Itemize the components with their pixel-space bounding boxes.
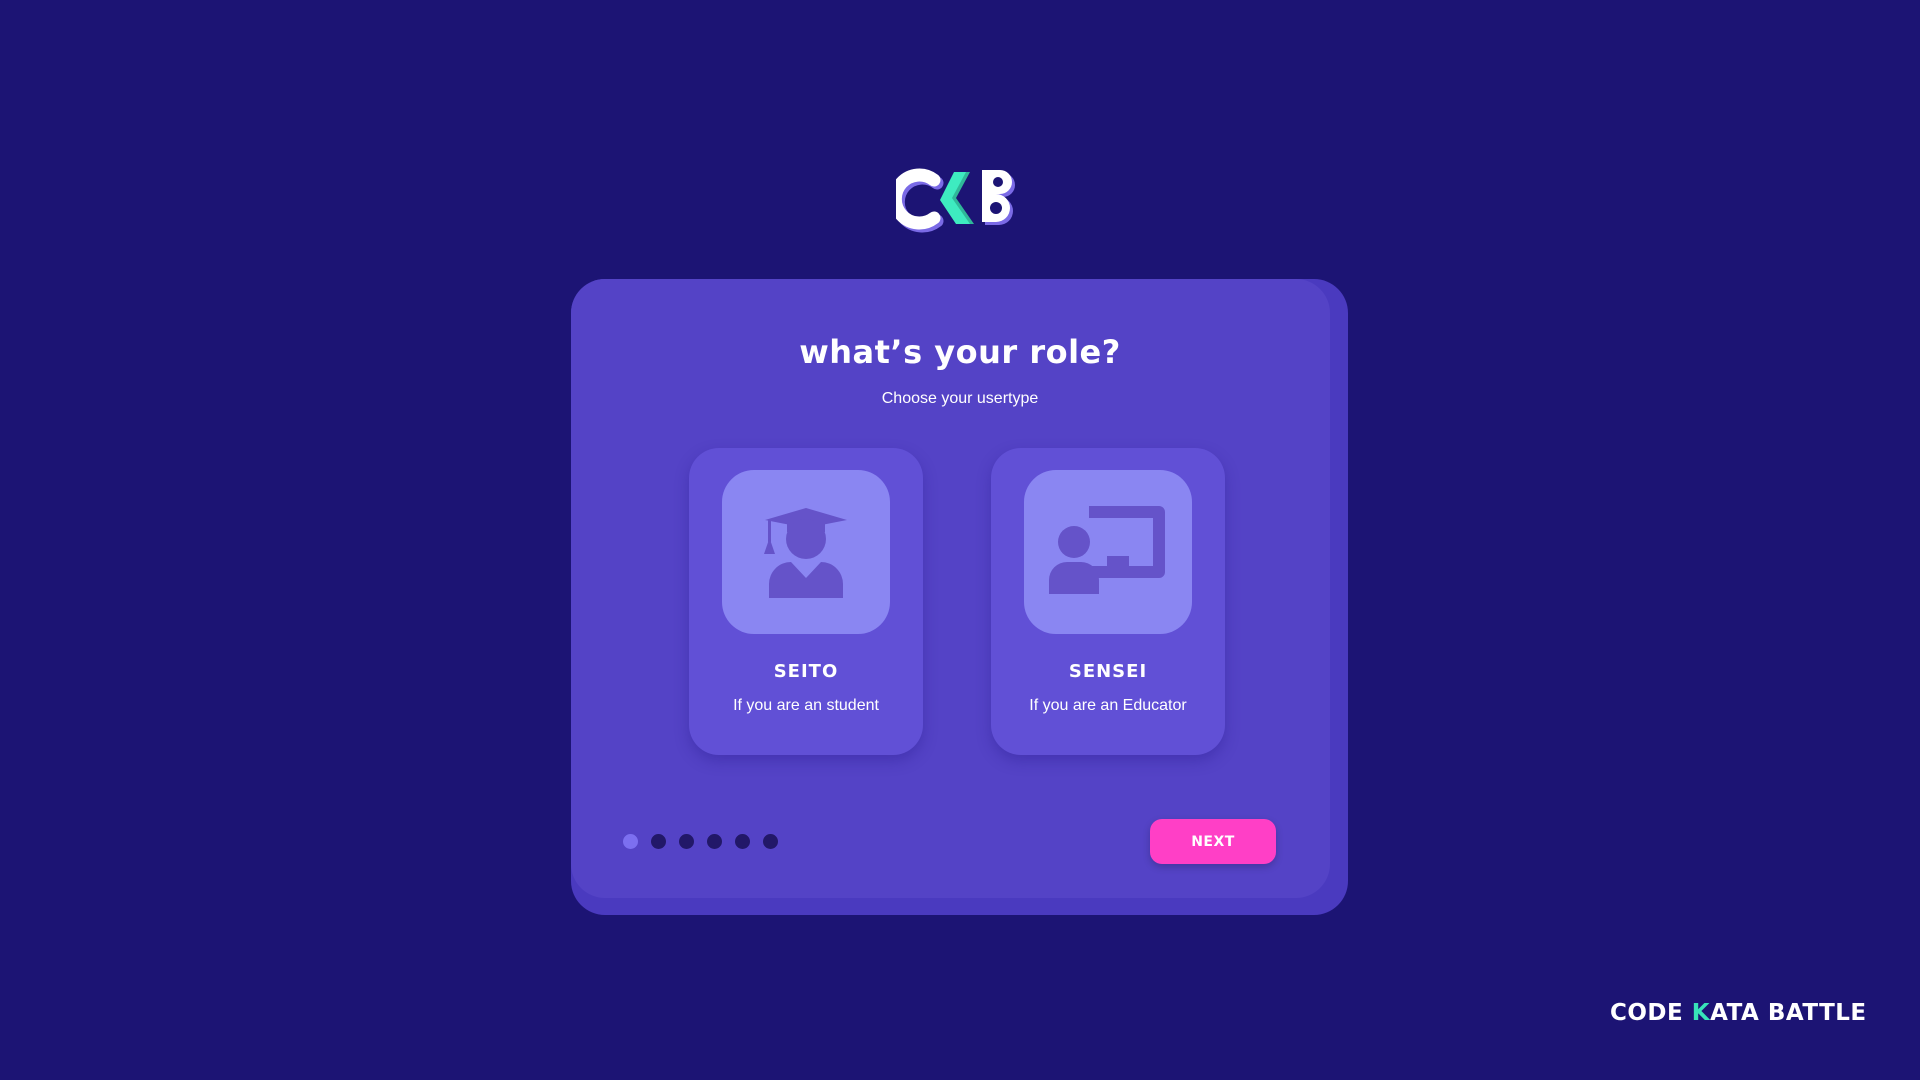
brand-wordmark: CODE KATA BATTLE	[1610, 1000, 1867, 1026]
step-dot	[763, 834, 778, 849]
step-dot	[735, 834, 750, 849]
dialog-title: what’s your role?	[799, 333, 1121, 371]
role-name: SENSEI	[1068, 661, 1148, 682]
role-icon-box	[1024, 470, 1192, 634]
role-option-sensei[interactable]: SENSEI If you are an Educator	[991, 448, 1225, 755]
role-description: If you are an student	[733, 697, 879, 714]
role-icon-box	[722, 470, 890, 634]
step-indicator	[623, 834, 778, 849]
step-dot-active	[623, 834, 638, 849]
step-dot	[679, 834, 694, 849]
role-name: SEITO	[773, 661, 839, 682]
teacher-board-icon	[1049, 506, 1165, 594]
brand-part-k: K	[1691, 1000, 1711, 1026]
ckb-logo	[896, 168, 1015, 233]
brand-part-kata-battle: ATA BATTLE	[1710, 1000, 1867, 1026]
next-button[interactable]: NEXT	[1150, 819, 1276, 864]
brand-part-code: CODE	[1610, 1000, 1684, 1026]
dialog-subtitle: Choose your usertype	[881, 390, 1039, 407]
graduate-student-icon	[764, 508, 847, 598]
step-dot	[707, 834, 722, 849]
role-description: If you are an Educator	[1029, 697, 1187, 714]
step-dot	[651, 834, 666, 849]
role-option-seito[interactable]: SEITO If you are an student	[689, 448, 923, 755]
